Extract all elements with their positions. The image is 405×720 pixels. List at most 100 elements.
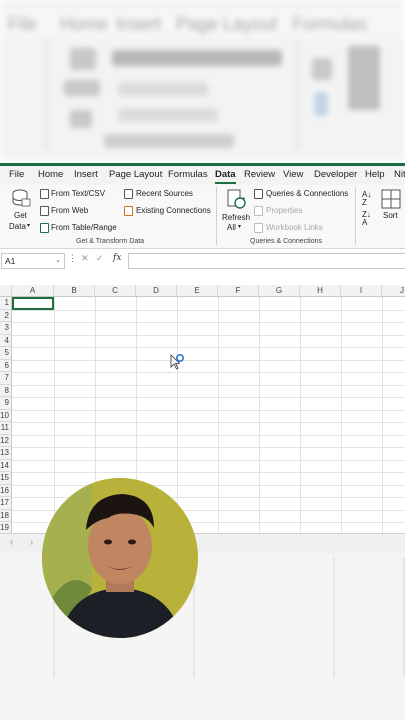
gridline <box>12 484 405 486</box>
existing-connections-button[interactable]: Existing Connections <box>136 206 211 215</box>
enter-icon[interactable]: ✓ <box>96 253 104 264</box>
recent-sources-icon <box>124 189 133 199</box>
tab-insert[interactable]: Insert <box>74 169 98 180</box>
gridline <box>12 397 405 398</box>
cancel-icon[interactable]: ✕ <box>81 253 89 264</box>
gridline <box>12 409 405 411</box>
column-header[interactable]: H <box>300 285 341 297</box>
group-separator <box>355 187 356 245</box>
chevron-right-icon[interactable]: › <box>30 537 33 548</box>
sort-a-z-button[interactable]: A↓ Z <box>362 191 371 207</box>
chevron-down-icon[interactable]: ⌄ <box>55 256 61 264</box>
row-header[interactable]: 15 <box>0 472 12 485</box>
column-header[interactable]: G <box>259 285 300 297</box>
selected-cell-a1[interactable] <box>12 297 54 310</box>
gridline <box>12 322 405 323</box>
queries-connections-button[interactable]: Queries & Connections <box>266 189 348 198</box>
recent-sources-button[interactable]: Recent Sources <box>136 189 193 198</box>
row-header[interactable]: 7 <box>0 372 12 385</box>
blurred-icon <box>70 110 92 128</box>
blurred-tab-strip: File Home Insert Page Layout Formulas <box>0 8 405 38</box>
refresh-label-1: Refresh <box>222 213 251 222</box>
blurred-column <box>335 557 405 677</box>
column-header[interactable]: F <box>218 285 259 297</box>
properties-button[interactable]: Properties <box>266 206 302 215</box>
blurred-icon <box>70 48 96 70</box>
from-web-button[interactable]: From Web <box>51 206 88 215</box>
tab-overflow[interactable]: Nit <box>394 169 405 180</box>
blurred-text <box>104 134 234 148</box>
row-header[interactable]: 17 <box>0 497 12 510</box>
column-header[interactable]: D <box>136 285 177 297</box>
ribbon-data-panel: Get Data ▾ From Text/CSV From Web From T… <box>0 185 405 249</box>
row-header[interactable]: 2 <box>0 309 12 322</box>
properties-icon <box>254 206 263 216</box>
tab-data[interactable]: Data <box>215 169 236 184</box>
tab-view[interactable]: View <box>283 169 303 180</box>
sort-z-a-button[interactable]: Z↓ A <box>362 211 371 227</box>
sort-dialog-icon <box>381 189 401 209</box>
row-header[interactable]: 12 <box>0 434 12 447</box>
row-header[interactable]: 1 <box>0 297 12 310</box>
worksheet-grid[interactable]: A B C D E F G H I J 1 2 3 4 5 6 7 8 9 10… <box>0 285 405 533</box>
web-page-icon <box>40 206 49 216</box>
blurred-tab: Formulas <box>292 14 368 34</box>
row-header[interactable]: 4 <box>0 334 12 347</box>
row-header[interactable]: 9 <box>0 397 12 410</box>
row-header[interactable]: 18 <box>0 509 12 522</box>
row-header[interactable]: 14 <box>0 459 12 472</box>
row-header[interactable]: 10 <box>0 409 12 422</box>
presenter-avatar <box>42 478 198 638</box>
gridline <box>12 472 405 473</box>
row-header[interactable]: 8 <box>0 384 12 397</box>
tab-page-layout[interactable]: Page Layout <box>109 169 162 180</box>
tab-formulas[interactable]: Formulas <box>168 169 208 180</box>
blurred-icon <box>348 46 380 110</box>
sort-button[interactable]: Sort <box>383 211 398 220</box>
column-header[interactable]: C <box>95 285 136 297</box>
row-header[interactable]: 6 <box>0 359 12 372</box>
screen: File Home Insert Page Layout Formulas Fi… <box>0 0 405 720</box>
from-table-range-button[interactable]: From Table/Range <box>51 223 117 232</box>
blurred-icon <box>64 80 100 96</box>
column-header[interactable]: E <box>177 285 218 297</box>
gridline <box>12 447 405 448</box>
insert-function-icon[interactable]: fx <box>113 253 121 263</box>
workbook-links-button[interactable]: Workbook Links <box>266 223 323 232</box>
blurred-icon <box>312 58 332 80</box>
tab-home[interactable]: Home <box>38 169 63 180</box>
column-header[interactable]: J <box>382 285 405 297</box>
gridline <box>12 334 405 336</box>
gridline <box>12 459 405 461</box>
tab-review[interactable]: Review <box>244 169 275 180</box>
more-icon[interactable]: ⋮ <box>68 253 77 264</box>
row-header[interactable]: 3 <box>0 322 12 335</box>
name-box[interactable]: A1 ⌄ <box>1 253 65 269</box>
blurred-tab: Home <box>60 14 109 34</box>
blurred-tab: File <box>8 14 38 34</box>
get-data-button[interactable]: Get Data ▾ <box>6 189 34 233</box>
mouse-pointer-icon <box>170 354 184 370</box>
select-all-corner[interactable] <box>0 285 12 297</box>
column-header[interactable]: A <box>12 285 54 297</box>
workbook-links-icon <box>254 223 263 233</box>
row-header[interactable]: 13 <box>0 447 12 460</box>
get-data-label-2: Data <box>9 222 26 231</box>
chevron-left-icon[interactable]: ‹ <box>10 537 13 548</box>
formula-input[interactable] <box>128 253 405 269</box>
tab-developer[interactable]: Developer <box>314 169 357 180</box>
row-header[interactable]: 11 <box>0 422 12 435</box>
gridline <box>12 347 405 348</box>
row-header[interactable]: 19 <box>0 522 12 533</box>
refresh-all-button[interactable]: Refresh All ▾ <box>221 189 251 235</box>
row-header[interactable]: 5 <box>0 347 12 360</box>
blurred-text <box>118 82 208 96</box>
table-icon <box>40 223 49 233</box>
column-header[interactable]: B <box>54 285 95 297</box>
tab-help[interactable]: Help <box>365 169 385 180</box>
column-header[interactable]: I <box>341 285 382 297</box>
tab-file[interactable]: File <box>9 169 24 180</box>
row-header[interactable]: 16 <box>0 484 12 497</box>
from-text-csv-button[interactable]: From Text/CSV <box>51 189 105 198</box>
gridline <box>12 434 405 436</box>
